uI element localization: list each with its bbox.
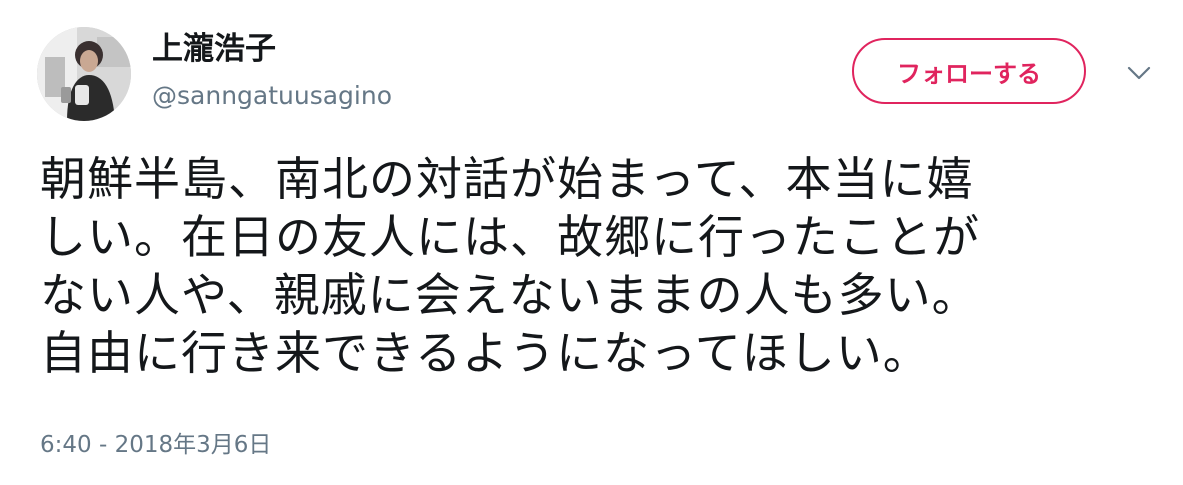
tweet-timestamp[interactable]: 6:40 - 2018年3月6日 [40,430,271,460]
avatar-photo [37,27,131,121]
avatar[interactable] [37,27,131,121]
user-handle[interactable]: @sanngatuusagino [152,80,392,112]
tweet-menu-button[interactable] [1122,56,1156,90]
chevron-down-icon [1127,66,1151,80]
tweet-line: ない人や、親戚に会えないままの人も多い。 [40,268,979,322]
follow-button[interactable]: フォローする [852,38,1086,104]
display-name[interactable]: 上瀧浩子 [152,29,276,69]
tweet-text: 朝鮮半島、南北の対話が始まって、本当に嬉 しい。在日の友人には、故郷に行ったこと… [40,150,1150,382]
tweet-line: 朝鮮半島、南北の対話が始まって、本当に嬉 [40,152,974,206]
tweet-line: しい。在日の友人には、故郷に行ったことが [40,210,980,264]
tweet-line: 自由に行き来できるようになってほしい。 [40,326,930,380]
